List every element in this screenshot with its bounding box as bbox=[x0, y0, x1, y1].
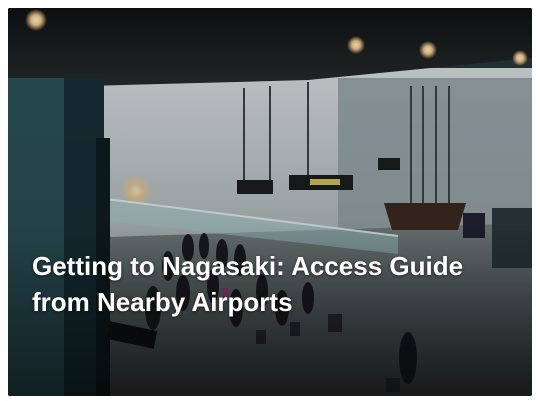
article-card[interactable]: Getting to Nagasaki: Access Guide from N… bbox=[8, 8, 532, 396]
article-title[interactable]: Getting to Nagasaki: Access Guide from N… bbox=[32, 248, 472, 320]
article-hero-image bbox=[8, 8, 532, 396]
